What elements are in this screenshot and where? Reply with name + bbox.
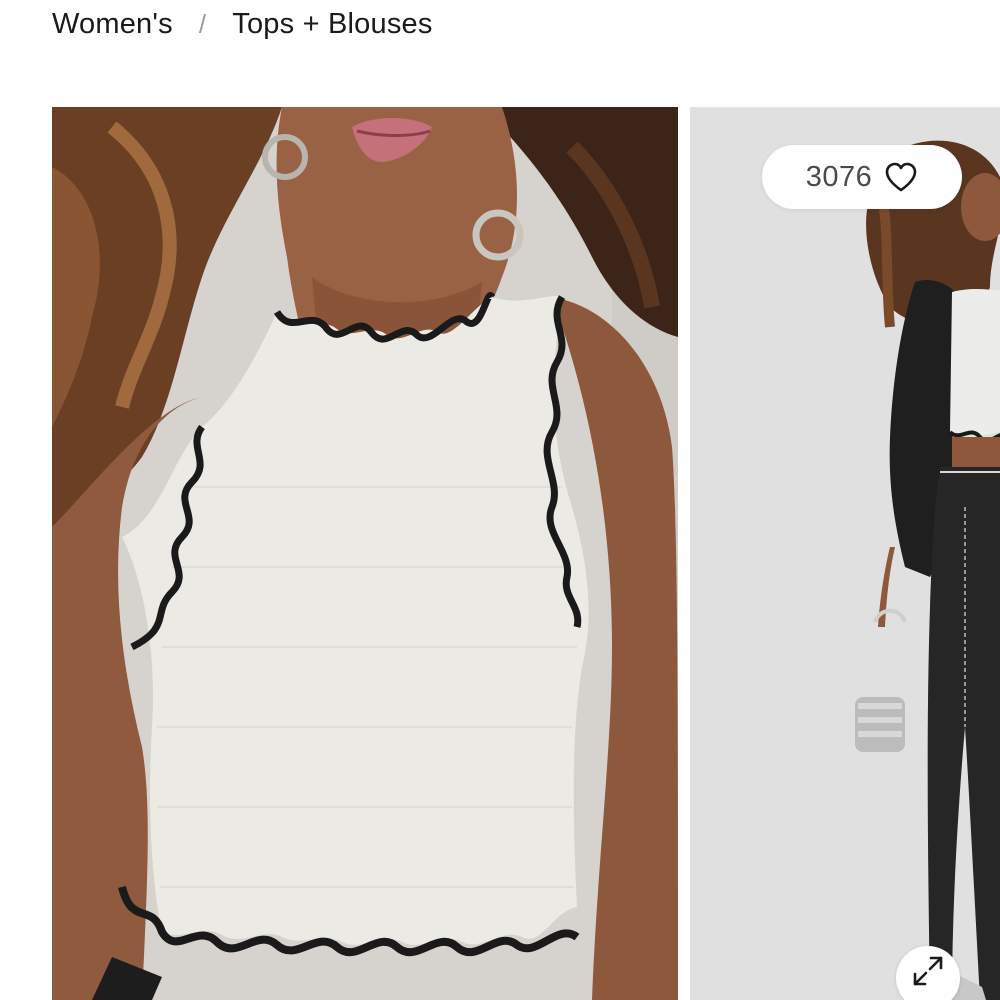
full-look-illustration bbox=[690, 107, 1000, 1000]
breadcrumb: Women's / Tops + Blouses bbox=[52, 4, 433, 44]
breadcrumb-item-womens[interactable]: Women's bbox=[52, 8, 173, 41]
likes-button[interactable]: 3076 bbox=[762, 145, 962, 209]
breadcrumb-item-tops-blouses[interactable]: Tops + Blouses bbox=[232, 8, 432, 41]
product-image-full-look[interactable] bbox=[690, 107, 1000, 1000]
heart-icon bbox=[885, 162, 917, 192]
breadcrumb-separator: / bbox=[198, 8, 207, 39]
expand-icon bbox=[913, 956, 943, 986]
closeup-illustration bbox=[52, 107, 678, 1000]
product-page: Women's / Tops + Blouses 3076 bbox=[0, 0, 1000, 1000]
likes-count: 3076 bbox=[805, 160, 873, 193]
product-image-closeup[interactable] bbox=[52, 107, 678, 1000]
